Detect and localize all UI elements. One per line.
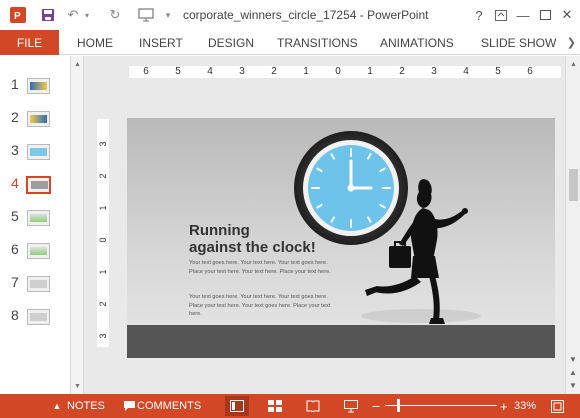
ruler-label: 4 xyxy=(463,66,469,77)
fit-slide-icon[interactable] xyxy=(548,398,566,414)
slide-paragraph-2[interactable]: Your text goes here. Your text here. You… xyxy=(189,293,339,319)
slide-canvas[interactable]: Running against the clock! Your text goe… xyxy=(127,118,555,358)
undo-icon[interactable]: ↶ xyxy=(64,6,82,24)
ruler-label: 3 xyxy=(239,66,245,77)
vertical-ruler: 3 2 1 0 1 2 3 xyxy=(97,119,109,347)
ruler-label: 2 xyxy=(271,66,277,77)
slide-title-line-1: Running xyxy=(189,222,250,239)
slide-thumbnail-6[interactable] xyxy=(27,243,50,259)
ruler-label: 0 xyxy=(335,66,341,77)
tab-animations[interactable]: ANIMATIONS xyxy=(380,30,454,55)
slide-title[interactable]: Running against the clock! xyxy=(189,222,339,256)
comments-button[interactable]: COMMENTS xyxy=(137,394,201,418)
title-bar: P ↶ ▾ ↻ ▾ corporate_winners_circle_17254… xyxy=(0,0,580,30)
ruler-label: 6 xyxy=(143,66,149,77)
notes-toggle-icon[interactable]: ▲ xyxy=(48,398,66,414)
window-title: corporate_winners_circle_17254 - PowerPo… xyxy=(183,8,429,22)
slide-number: 2 xyxy=(11,109,19,125)
comments-icon[interactable] xyxy=(120,398,138,414)
ribbon-display-options-icon[interactable] xyxy=(490,5,512,25)
scroll-down-icon[interactable]: ▼ xyxy=(71,380,84,392)
previous-slide-icon[interactable]: ▲ xyxy=(566,365,580,379)
zoom-in-icon[interactable]: + xyxy=(500,394,508,418)
slide-thumbnail-4[interactable] xyxy=(26,176,51,194)
ruler-label: 1 xyxy=(367,66,373,77)
notes-button[interactable]: NOTES xyxy=(67,394,105,418)
slide-number: 7 xyxy=(11,274,19,290)
ruler-label: 1 xyxy=(98,205,108,211)
zoom-slider-handle[interactable] xyxy=(397,399,400,412)
ruler-label: 1 xyxy=(303,66,309,77)
zoom-level[interactable]: 33% xyxy=(514,394,536,418)
svg-text:P: P xyxy=(14,11,21,22)
tab-transitions[interactable]: TRANSITIONS xyxy=(277,30,358,55)
scroll-up-icon[interactable]: ▲ xyxy=(567,58,580,70)
tab-file[interactable]: FILE xyxy=(0,30,59,55)
reading-view-icon[interactable] xyxy=(304,398,322,414)
ruler-label: 5 xyxy=(175,66,181,77)
slide-thumbnail-8[interactable] xyxy=(27,309,50,325)
slide-number: 3 xyxy=(11,142,19,158)
running-businesswoman-silhouette[interactable] xyxy=(359,168,499,338)
slide-thumbnail-7[interactable] xyxy=(27,276,50,292)
slide-thumbnail-1[interactable] xyxy=(27,78,50,94)
slide-sorter-icon[interactable] xyxy=(266,398,284,414)
maximize-icon[interactable] xyxy=(534,5,556,25)
slide-number-active: 4 xyxy=(11,175,19,191)
zoom-out-icon[interactable]: − xyxy=(372,394,380,418)
normal-view-icon[interactable] xyxy=(225,396,249,416)
slide-show-icon[interactable] xyxy=(342,398,360,414)
powerpoint-window: P ↶ ▾ ↻ ▾ corporate_winners_circle_17254… xyxy=(0,0,580,418)
slide-title-line-2: against the clock! xyxy=(189,239,316,256)
ribbon-tabs: FILE HOME INSERT DESIGN TRANSITIONS ANIM… xyxy=(0,30,580,55)
slide-thumbnail-3[interactable] xyxy=(27,144,50,160)
help-icon[interactable]: ? xyxy=(468,5,490,25)
slide-thumbnail-5[interactable] xyxy=(27,210,50,226)
slide-number: 5 xyxy=(11,208,19,224)
ruler-label: 4 xyxy=(207,66,213,77)
tab-slide-show[interactable]: SLIDE SHOW xyxy=(481,30,556,55)
scroll-down-icon[interactable]: ▼ xyxy=(566,352,580,366)
redo-icon[interactable]: ↻ xyxy=(106,6,124,24)
scrollbar-thumb[interactable] xyxy=(569,169,578,201)
tab-home[interactable]: HOME xyxy=(77,30,113,55)
slide-thumbnail-pane: 1 2 3 4 5 6 7 8 xyxy=(0,56,70,394)
ruler-label: 1 xyxy=(98,269,108,275)
undo-dropdown-icon[interactable]: ▾ xyxy=(82,6,92,24)
ruler-label: 2 xyxy=(399,66,405,77)
slide-thumbnail-2[interactable] xyxy=(27,111,50,127)
customize-toolbar-icon[interactable]: ▾ xyxy=(162,6,174,24)
powerpoint-logo-icon: P xyxy=(8,6,28,24)
tab-insert[interactable]: INSERT xyxy=(139,30,183,55)
ruler-label: 2 xyxy=(98,301,108,307)
close-icon[interactable]: ✕ xyxy=(556,5,578,25)
zoom-slider[interactable] xyxy=(385,405,497,406)
slide-paragraph-1[interactable]: Your text goes here. Your text here. You… xyxy=(189,259,339,276)
ruler-label: 5 xyxy=(495,66,501,77)
tab-design[interactable]: DESIGN xyxy=(208,30,254,55)
scroll-up-icon[interactable]: ▲ xyxy=(71,58,84,70)
ruler-label: 2 xyxy=(98,173,108,179)
horizontal-ruler: 6 5 4 3 2 1 0 1 2 3 4 5 6 xyxy=(129,66,561,78)
slideshow-from-start-icon[interactable] xyxy=(136,6,156,24)
ruler-label: 3 xyxy=(431,66,437,77)
ribbon-scroll-right-icon[interactable]: ❯ xyxy=(567,30,576,55)
save-icon[interactable] xyxy=(38,6,58,24)
minimize-icon[interactable]: — xyxy=(512,5,534,25)
workspace: 1 2 3 4 5 6 7 8 ▲ ▼ 6 5 4 3 2 1 0 1 2 3 … xyxy=(0,56,580,394)
thumbnail-scrollbar[interactable]: ▲ ▼ xyxy=(70,56,84,394)
ruler-label: 3 xyxy=(98,141,108,147)
slide-editor: 6 5 4 3 2 1 0 1 2 3 4 5 6 3 2 1 0 1 2 3 … xyxy=(85,56,565,394)
slide-number: 1 xyxy=(11,76,19,92)
ruler-label: 3 xyxy=(98,333,108,339)
status-bar: ▲ NOTES COMMENTS − + 33% xyxy=(0,394,580,418)
slide-number: 8 xyxy=(11,307,19,323)
ruler-label: 0 xyxy=(98,237,108,243)
ruler-label: 6 xyxy=(527,66,533,77)
slide-number: 6 xyxy=(11,241,19,257)
editor-scrollbar[interactable]: ▲ ▼ ▲ ▼ xyxy=(565,56,580,394)
next-slide-icon[interactable]: ▼ xyxy=(566,378,580,392)
